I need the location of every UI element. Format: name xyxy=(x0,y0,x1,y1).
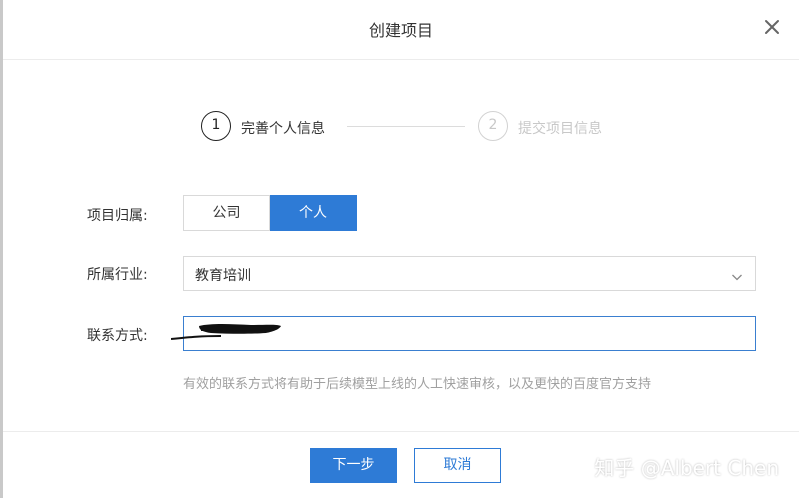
industry-label: 所属行业: xyxy=(87,267,148,283)
ownership-option-personal[interactable]: 个人 xyxy=(270,195,357,231)
create-project-dialog: 创建项目 1 完善个人信息 2 提交项目信息 项目归属: 公司 个人 所属行业:… xyxy=(0,0,799,498)
ownership-toggle: 公司 个人 xyxy=(183,195,357,231)
step-connector xyxy=(347,126,465,127)
contact-hint: 有效的联系方式将有助于后续模型上线的人工快速审核，以及更快的百度官方支持 xyxy=(183,377,652,392)
step-1-label: 完善个人信息 xyxy=(241,121,325,137)
step-1-number: 1 xyxy=(201,111,231,141)
step-2-number: 2 xyxy=(478,111,508,141)
dialog-title: 创建项目 xyxy=(368,21,433,40)
close-icon[interactable] xyxy=(761,16,783,38)
ownership-label: 项目归属: xyxy=(87,208,148,224)
dialog-header: 创建项目 xyxy=(3,0,799,60)
cancel-button[interactable]: 取消 xyxy=(414,448,501,483)
next-step-button[interactable]: 下一步 xyxy=(310,448,397,483)
step-2-label: 提交项目信息 xyxy=(518,121,602,137)
industry-select[interactable]: 教育培训 xyxy=(183,256,756,291)
contact-label: 联系方式: xyxy=(87,328,148,344)
watermark: 知乎 @Albert Chen xyxy=(594,456,779,480)
industry-value: 教育培训 xyxy=(195,268,251,284)
redaction-scribble xyxy=(170,320,291,342)
ownership-option-company[interactable]: 公司 xyxy=(183,195,270,231)
footer-divider xyxy=(3,431,799,432)
chevron-down-icon xyxy=(731,268,743,281)
step-indicator: 1 完善个人信息 2 提交项目信息 xyxy=(201,111,661,143)
